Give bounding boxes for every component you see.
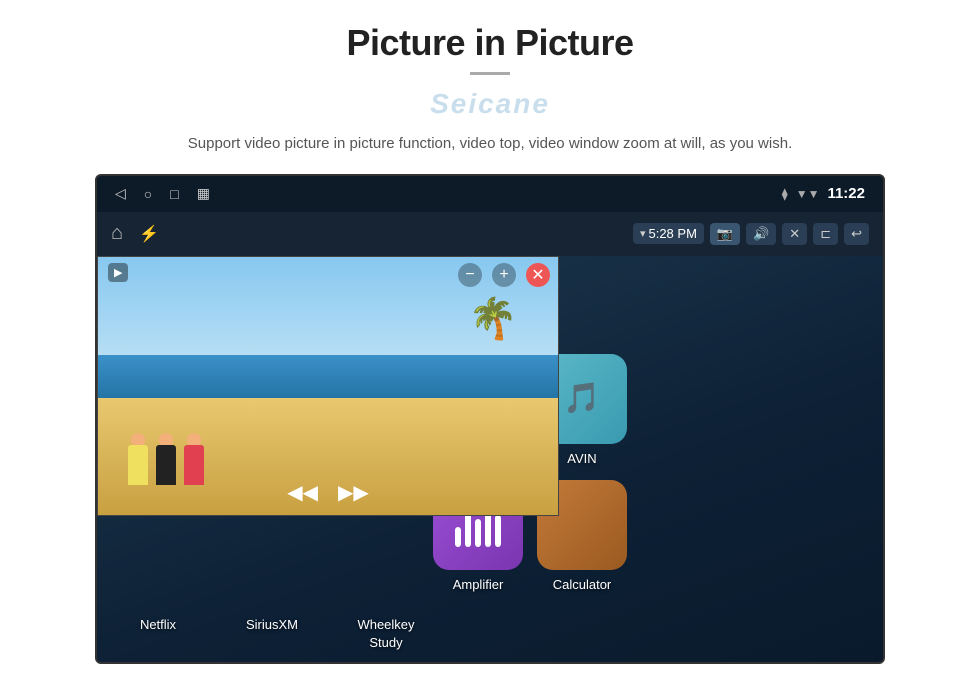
window-item[interactable]: ⊏ <box>813 223 838 245</box>
close-item[interactable]: ✕ <box>782 223 807 245</box>
close-icon: ✕ <box>789 226 800 242</box>
status-time: 11:22 <box>827 185 865 202</box>
camera-icon: 📷 <box>717 226 733 242</box>
back-arrow-icon: ↩ <box>851 226 862 242</box>
header-description: Support video picture in picture functio… <box>188 95 792 156</box>
person-2-body <box>156 445 176 485</box>
person-3-body <box>184 445 204 485</box>
calc-inner <box>571 490 593 560</box>
person-1 <box>128 433 148 485</box>
gps-icon: ⧫ <box>782 187 788 201</box>
wifi-time-item: ▾ 5:28 PM <box>633 223 704 244</box>
avin-inner: 🎵 <box>563 381 600 416</box>
volume-icon: 🔊 <box>753 226 769 242</box>
person-2 <box>156 433 176 485</box>
usb-icon[interactable]: ⚡ <box>139 224 159 244</box>
netflix-bottom-label: Netflix <box>113 616 203 652</box>
toolbar: ⌂ ⚡ ▾ 5:28 PM 📷 🔊 ✕ ⊏ <box>97 212 883 256</box>
toolbar-time: 5:28 PM <box>648 226 696 241</box>
avin-label: AVIN <box>567 451 596 466</box>
status-bar: ◁ ○ □ ▦ ⧫ ▼▼ 11:22 <box>97 176 883 212</box>
app-grid: N SXM 🎓 <box>97 256 883 664</box>
siriusxm-label: SiriusXM <box>246 617 298 632</box>
amp-bar-3 <box>475 519 481 547</box>
person-3 <box>184 433 204 485</box>
status-bar-left: ◁ ○ □ ▦ <box>115 185 210 202</box>
toolbar-right: ▾ 5:28 PM 📷 🔊 ✕ ⊏ ↩ <box>633 223 869 245</box>
person-1-body <box>128 445 148 485</box>
pip-minimize-button[interactable]: − <box>458 263 482 287</box>
status-bar-right: ⧫ ▼▼ 11:22 <box>782 185 865 202</box>
calculator-label: Calculator <box>553 577 612 592</box>
home-icon[interactable]: ⌂ <box>111 222 123 245</box>
volume-item[interactable]: 🔊 <box>746 223 776 245</box>
back-item[interactable]: ↩ <box>844 223 869 245</box>
window-icon: ⊏ <box>820 226 831 242</box>
title-divider <box>470 72 510 75</box>
signal-icon: ▼▼ <box>796 187 820 201</box>
back-nav-icon[interactable]: ◁ <box>115 185 126 202</box>
siriusxm-bottom-label: SiriusXM <box>227 616 317 652</box>
toolbar-left: ⌂ ⚡ <box>111 222 159 245</box>
page-header: Picture in Picture <box>0 0 980 95</box>
recents-nav-icon[interactable]: □ <box>170 186 178 202</box>
device-wrapper: ◁ ○ □ ▦ ⧫ ▼▼ 11:22 ⌂ ⚡ ▾ 5:28 PM <box>95 174 885 664</box>
pip-playback[interactable]: ◀◀ ▶▶ <box>287 480 369 505</box>
wheelkey-label: Wheelkey Study <box>357 617 414 650</box>
camera-item[interactable]: 📷 <box>710 223 740 245</box>
amp-bar-5 <box>495 515 501 547</box>
pip-controls: ▶ <box>108 263 128 282</box>
wifi-icon: ▾ <box>640 227 646 240</box>
pip-rewind-button[interactable]: ◀◀ <box>287 480 318 505</box>
pip-video-icon: ▶ <box>114 266 122 279</box>
device-screen: ◁ ○ □ ▦ ⧫ ▼▼ 11:22 ⌂ ⚡ ▾ 5:28 PM <box>95 174 885 664</box>
page-title: Picture in Picture <box>0 22 980 64</box>
bottom-app-labels: Netflix SiriusXM Wheelkey Study <box>113 616 431 652</box>
tree-icon: 🌴 <box>468 295 518 342</box>
pip-forward-button[interactable]: ▶▶ <box>338 480 369 505</box>
amp-bar-2 <box>465 511 471 547</box>
netflix-label: Netflix <box>140 617 176 632</box>
video-scene: 🌴 <box>98 257 558 515</box>
home-nav-icon[interactable]: ○ <box>144 186 152 202</box>
wheelkey-bottom-label: Wheelkey Study <box>341 616 431 652</box>
menu-nav-icon[interactable]: ▦ <box>197 185 210 202</box>
people-group <box>128 433 204 485</box>
pip-expand-button[interactable]: + <box>492 263 516 287</box>
amp-bar-1 <box>455 527 461 547</box>
pip-close-button[interactable]: ✕ <box>526 263 550 287</box>
amplifier-label: Amplifier <box>453 577 504 592</box>
pip-overlay[interactable]: 🌴 <box>97 256 559 516</box>
pip-buttons[interactable]: − + ✕ <box>458 263 550 287</box>
main-content: N SXM 🎓 <box>97 256 883 664</box>
